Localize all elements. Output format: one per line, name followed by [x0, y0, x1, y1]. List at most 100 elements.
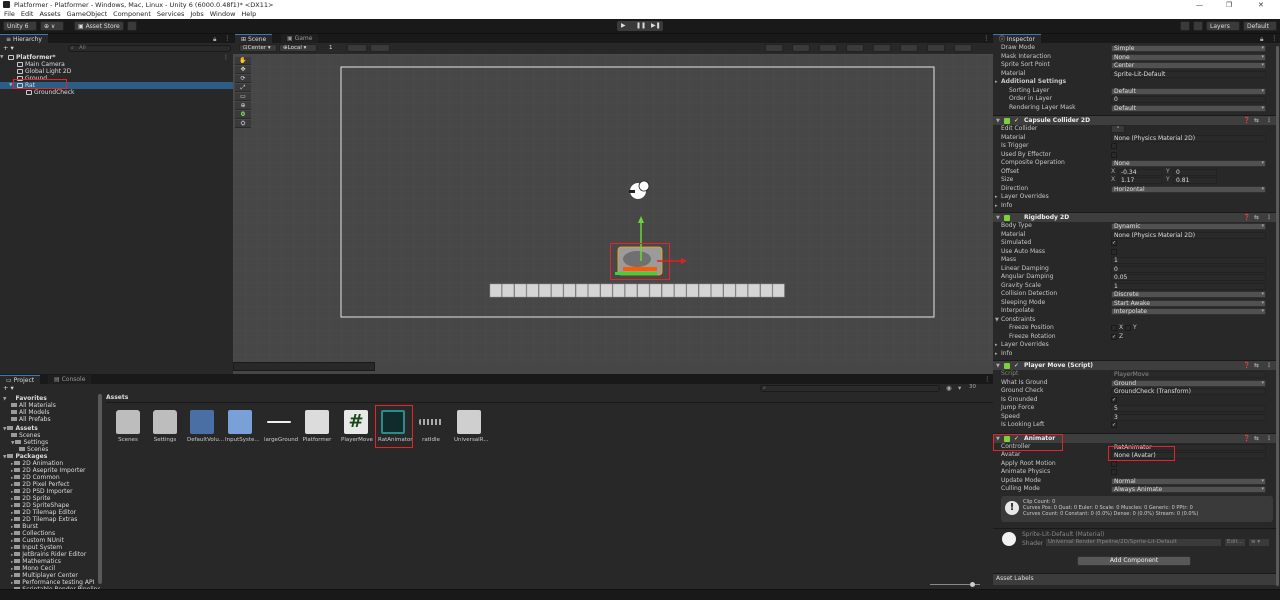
edit-collider-button[interactable]: ⌃ — [1111, 125, 1125, 133]
project-tree-item[interactable]: All Models — [0, 409, 100, 416]
tab-scene[interactable]: ⊞ Scene — [235, 34, 273, 43]
zoom-slider-handle[interactable] — [970, 582, 975, 587]
play-button[interactable]: ▶ — [621, 22, 626, 29]
checkbox[interactable] — [1111, 151, 1117, 158]
constraint-checkbox[interactable]: ✓ — [1111, 333, 1117, 340]
dropdown[interactable]: Ground — [1111, 379, 1266, 387]
project-tree-item[interactable]: ▸ Performance testing API — [0, 579, 100, 586]
pivot-dropdown[interactable]: ⊡Center ▾ — [239, 44, 277, 52]
project-zoom-slider[interactable] — [930, 582, 980, 587]
rigidbody-info-foldout[interactable]: ▸ Info — [993, 350, 1276, 359]
search-icon[interactable] — [1193, 21, 1203, 31]
tab-inspector[interactable]: ⓘ Inspector — [993, 34, 1041, 43]
transform-tool-icon[interactable]: ⊕ — [235, 102, 251, 110]
shader-menu-button[interactable]: ≡ ▾ — [1249, 538, 1269, 546]
2d-toggle-icon[interactable] — [792, 44, 810, 52]
dropdown[interactable]: Horizontal — [1111, 185, 1266, 193]
visibility-icon[interactable] — [900, 44, 918, 52]
scale-tool-icon[interactable]: ⤢ — [235, 84, 251, 92]
asset-largeground[interactable]: largeGround — [264, 410, 298, 443]
dropdown[interactable]: Start Awake — [1111, 299, 1266, 307]
layout-dropdown[interactable]: Default — [1243, 21, 1277, 31]
project-tree-item[interactable]: All Materials — [0, 402, 100, 409]
asset-store-button[interactable]: ▣ Asset Store ▾ — [74, 21, 124, 39]
project-tree-item[interactable]: ▸ 2D Pixel Perfect — [0, 481, 100, 488]
pause-button[interactable]: ❚❚ — [636, 22, 646, 29]
component-player-move-header[interactable]: ▼ ✓ Player Move (Script) ❓ ⇆ ⋮ — [993, 360, 1276, 370]
dropdown[interactable]: Default — [1111, 104, 1266, 112]
hierarchy-search-input[interactable]: ⌕ All — [68, 45, 231, 52]
filter-icon[interactable]: ▾ — [958, 384, 961, 392]
menu-jobs[interactable]: Jobs — [190, 10, 203, 18]
foldout-arrow-icon[interactable]: ▸ — [995, 78, 998, 87]
hierarchy-item-platformer[interactable]: ▼ Platformer* ⋮ — [0, 54, 233, 61]
asset-playermove[interactable]: # PlayerMove — [341, 410, 373, 443]
foldout-arrow-icon[interactable]: ▸ — [995, 350, 998, 359]
asset-settings[interactable]: Settings — [150, 410, 180, 443]
rigidbody-layer-overrides-foldout[interactable]: ▸ Layer Overrides — [993, 341, 1276, 350]
snap-input[interactable]: 1 — [327, 44, 343, 52]
step-button[interactable]: ▶❚ — [651, 22, 661, 29]
project-tree-item[interactable]: ▸ Mathematics — [0, 558, 100, 565]
breadcrumb-assets[interactable]: Assets — [106, 394, 128, 401]
more-options-icon[interactable]: ⋮ — [1271, 34, 1278, 42]
foldout-arrow-icon[interactable]: ▸ — [995, 193, 998, 202]
project-tree-item[interactable]: ▼ Packages — [0, 453, 100, 460]
project-tree-item[interactable]: Scenes — [0, 432, 100, 439]
project-tree-item[interactable]: ▸ Collections — [0, 530, 100, 537]
constraint-checkbox[interactable] — [1111, 325, 1117, 331]
lighting-toggle-icon[interactable] — [819, 44, 837, 52]
checkbox[interactable] — [1111, 469, 1117, 475]
project-tree-item[interactable]: ▼ Favorites — [0, 395, 100, 402]
hierarchy-item-main-camera[interactable]: Main Camera — [0, 61, 233, 68]
inspector-scrollbar[interactable] — [1276, 46, 1279, 586]
asset-inputsyste[interactable]: InputSyste... — [225, 410, 260, 443]
project-tree-item[interactable]: ▸ 2D Tilemap Editor — [0, 509, 100, 516]
hierarchy-item-global-light-2d[interactable]: Global Light 2D — [0, 68, 233, 75]
project-tree-item[interactable]: ▸ 2D Tilemap Extras — [0, 516, 100, 523]
project-tree-item[interactable]: ▸ 2D SpriteShape — [0, 502, 100, 509]
plastic-scm-icon[interactable] — [127, 21, 137, 31]
maximize-button[interactable]: ❐ — [1226, 0, 1232, 10]
menu-help[interactable]: Help — [241, 10, 256, 18]
account-dropdown[interactable]: Unity 6 — [3, 21, 37, 31]
close-window-button[interactable]: ✕ — [1258, 0, 1264, 10]
space-dropdown[interactable]: ⊕Local ▾ — [279, 44, 317, 52]
menu-services[interactable]: Services — [157, 10, 184, 18]
minimize-button[interactable]: — — [1196, 0, 1203, 10]
menu-gameobject[interactable]: GameObject — [67, 10, 108, 18]
object-field[interactable]: 0 — [1111, 265, 1266, 273]
project-tree-item[interactable]: ▸ 2D PSD Importer — [0, 488, 100, 495]
constraint-checkbox[interactable] — [1125, 325, 1131, 331]
menu-window[interactable]: Window — [210, 10, 236, 18]
history-icon[interactable] — [1180, 21, 1190, 31]
dropdown[interactable]: None — [1111, 160, 1266, 167]
constraints-foldout[interactable]: ▼ Constraints — [993, 316, 1276, 325]
menu-file[interactable]: File — [4, 10, 15, 18]
asset-labels-bar[interactable]: Asset Labels — [993, 572, 1276, 585]
dropdown[interactable]: Dynamic — [1111, 223, 1266, 230]
cloud-button[interactable]: ⊕ ∨ — [40, 21, 64, 31]
project-tree-item[interactable]: ▸ Input System — [0, 544, 100, 551]
more-options-icon[interactable]: ⋮ — [983, 34, 990, 42]
menu-component[interactable]: Component — [113, 10, 151, 18]
add-component-button[interactable]: Add Component — [1077, 555, 1191, 566]
offset-y-input[interactable]: 0 — [1173, 168, 1217, 176]
project-tree-item[interactable]: ▸ 2D Sprite — [0, 495, 100, 502]
size-y-input[interactable]: 0.81 — [1173, 177, 1217, 184]
foldout-arrow-icon[interactable]: ▼ — [995, 316, 999, 325]
expand-arrow-icon[interactable]: ▼ — [9, 82, 12, 89]
tab-project[interactable]: ▭ Project — [0, 375, 41, 384]
capsule-layer-overrides-foldout[interactable]: ▸ Layer Overrides — [993, 193, 1276, 202]
project-tree-item[interactable]: ▸ 2D Aseprite Importer — [0, 467, 100, 474]
object-field[interactable]: 0.05 — [1111, 274, 1266, 281]
project-tree-item[interactable]: All Prefabs — [0, 416, 100, 423]
dropdown[interactable]: None — [1111, 53, 1266, 61]
eye-icon[interactable]: ◉ — [946, 384, 952, 392]
shader-edit-button[interactable]: Edit... — [1225, 538, 1245, 546]
grid-visibility-button[interactable] — [370, 44, 390, 52]
checkbox[interactable]: ✓ — [1111, 240, 1117, 246]
project-tree-item[interactable]: ▸ JetBrains Rider Editor — [0, 551, 100, 558]
checkbox[interactable] — [1111, 460, 1117, 467]
fx-toggle-icon[interactable] — [873, 44, 891, 52]
